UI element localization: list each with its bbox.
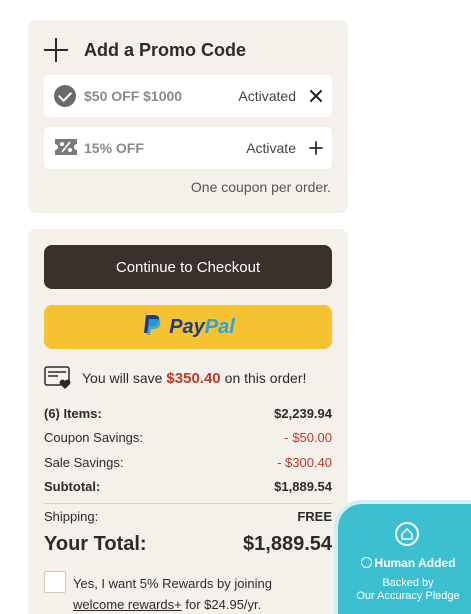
sale-savings-line: Sale Savings: - $300.40 [44, 455, 332, 470]
savings-note: You will save $350.40 on this order! [44, 366, 306, 390]
order-summary-card: Continue to Checkout PayPal You will sav… [28, 229, 348, 614]
coupon-status[interactable]: Activate [246, 140, 296, 156]
subtotal-value: $1,889.54 [274, 479, 332, 494]
badge-subtitle: Backed by Our Accuracy Pledge [356, 577, 460, 602]
rewards-text: Yes, I want 5% Rewards by joining welcom… [73, 576, 272, 612]
continue-to-checkout-button[interactable]: Continue to Checkout [44, 245, 332, 289]
items-label: (6) Items: [44, 406, 102, 421]
paypal-logo-icon [141, 313, 163, 342]
promo-title: Add a Promo Code [84, 39, 247, 60]
paypal-button[interactable]: PayPal [44, 305, 332, 349]
savings-suffix: on this order! [224, 370, 307, 386]
plus-icon[interactable] [308, 140, 324, 156]
items-line: (6) Items: $2,239.94 [44, 406, 332, 421]
total-line: Your Total: $1,889.54 [44, 533, 332, 556]
total-label: Your Total: [44, 533, 147, 555]
check-circle-icon [360, 557, 372, 568]
close-icon[interactable] [308, 88, 324, 104]
total-value: $1,889.54 [243, 533, 332, 555]
coupon-note: One coupon per order. [190, 179, 331, 195]
shipping-value: FREE [297, 509, 332, 524]
promo-header[interactable]: Add a Promo Code [44, 38, 246, 62]
rewards-checkbox[interactable] [44, 571, 66, 593]
savings-amount: $350.40 [166, 369, 221, 387]
promo-code-card: Add a Promo Code $50 OFF $1000 Activated… [28, 20, 348, 213]
accuracy-pledge-badge[interactable]: Human Added Backed by Our Accuracy Pledge [334, 500, 471, 614]
plus-icon[interactable] [44, 38, 68, 62]
coupon-savings-line: Coupon Savings: - $50.00 [44, 430, 332, 445]
sale-savings-value: - $300.40 [277, 455, 332, 470]
savings-prefix: You will save [82, 370, 163, 386]
welcome-rewards-link[interactable]: welcome rewards+ [73, 597, 182, 612]
coupon-row-50-off: $50 OFF $1000 Activated [44, 75, 332, 117]
subtotal-label: Subtotal: [44, 479, 101, 494]
coupon-savings-value: - $50.00 [284, 430, 332, 445]
coupon-status: Activated [238, 88, 296, 104]
percent-ticket-icon [54, 137, 77, 159]
shipping-label: Shipping: [44, 509, 99, 524]
receipt-heart-icon [44, 366, 72, 390]
coupon-label: $50 OFF $1000 [84, 88, 183, 104]
items-value: $2,239.94 [274, 406, 332, 421]
shipping-line: Shipping: FREE [44, 509, 332, 524]
summary-divider [44, 503, 332, 504]
coupon-savings-label: Coupon Savings: [44, 430, 144, 445]
coupon-label: 15% OFF [84, 140, 144, 156]
paypal-wordmark: PayPal [169, 315, 235, 338]
house-circle-icon [395, 522, 419, 546]
subtotal-line: Subtotal: $1,889.54 [44, 479, 332, 494]
coupon-row-15-off: 15% OFF Activate [44, 127, 332, 169]
sale-savings-label: Sale Savings: [44, 455, 124, 470]
badge-title: Human Added [338, 556, 471, 570]
check-circle-icon [54, 85, 76, 107]
